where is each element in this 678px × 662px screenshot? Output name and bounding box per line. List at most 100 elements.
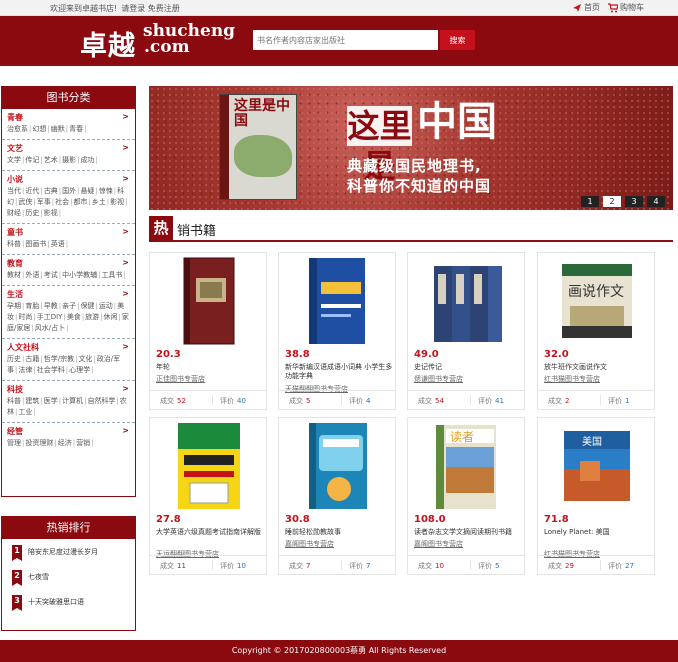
chevron-right-icon[interactable]: >: [122, 174, 129, 183]
logo-chinese[interactable]: 卓越: [80, 24, 136, 63]
category-subitem[interactable]: 科普: [7, 397, 25, 405]
book-card[interactable]: 20.3 年轮 正佳图书专营店 成交 52 评价 40: [149, 252, 267, 410]
category-subitem[interactable]: 古典: [44, 187, 62, 195]
login-link[interactable]: 请登录: [121, 4, 145, 13]
book-cover-image[interactable]: 画说作文: [560, 256, 634, 346]
category-subitem[interactable]: 历史: [25, 209, 43, 217]
book-cover-image[interactable]: 读者: [430, 421, 504, 511]
category-subitem[interactable]: 社会: [55, 198, 73, 206]
category-subitem[interactable]: 哲学/宗教: [44, 355, 79, 363]
banner-carousel[interactable]: 这里是中国 这里是 中国 典藏级国民地理书, 科普你不知道的中国 1234: [149, 86, 673, 210]
category-name[interactable]: 文艺: [7, 143, 130, 155]
category-subitem[interactable]: 时尚: [18, 313, 36, 321]
category-subitem[interactable]: 亲子: [62, 302, 80, 310]
banner-page-dot[interactable]: 1: [581, 196, 599, 207]
category-subitem[interactable]: 图画书: [25, 240, 50, 248]
chevron-right-icon[interactable]: >: [122, 384, 129, 393]
category-subitem[interactable]: 文学: [7, 156, 25, 164]
book-cover-image[interactable]: [172, 256, 246, 346]
category-subitem[interactable]: 风水/占卜: [35, 324, 70, 332]
category-name[interactable]: 教育: [7, 258, 130, 270]
review-stat[interactable]: 评价 40: [220, 396, 246, 406]
category-subitem[interactable]: 考试: [44, 271, 62, 279]
book-title[interactable]: 史记传记: [414, 363, 522, 372]
home-link[interactable]: 首页: [572, 2, 600, 13]
category-subitem[interactable]: 幻想: [32, 125, 50, 133]
category-subitem[interactable]: 心理学: [69, 366, 94, 374]
chevron-right-icon[interactable]: >: [122, 342, 129, 351]
banner-page-dot[interactable]: 2: [603, 196, 621, 207]
category-subitem[interactable]: 休闲: [104, 313, 122, 321]
category-subitem[interactable]: 社会学科: [37, 366, 69, 374]
category-subitem[interactable]: 经济: [58, 439, 76, 447]
category-name[interactable]: 经管: [7, 426, 130, 438]
ranking-item[interactable]: 2 七夜雪: [2, 564, 135, 589]
category-subitem[interactable]: 孕期: [7, 302, 25, 310]
category-name[interactable]: 人文社科: [7, 342, 130, 354]
chevron-right-icon[interactable]: >: [122, 258, 129, 267]
category-subitem[interactable]: 工业: [18, 408, 36, 416]
book-title[interactable]: 大学英语六级真题考试指南详解版: [156, 528, 264, 537]
category-subitem[interactable]: 保健: [80, 302, 98, 310]
category-name[interactable]: 小说: [7, 174, 130, 186]
category-subitem[interactable]: 育胎: [25, 302, 43, 310]
book-cover-image[interactable]: [172, 421, 246, 511]
book-cover-image[interactable]: 美国: [560, 421, 634, 511]
category-subitem[interactable]: 影视: [44, 209, 62, 217]
review-stat[interactable]: 评价 7: [349, 561, 370, 571]
category-subitem[interactable]: 历史: [7, 355, 25, 363]
category-subitem[interactable]: 自然科学: [87, 397, 119, 405]
banner-page-dot[interactable]: 3: [625, 196, 643, 207]
category-subitem[interactable]: 文化: [78, 355, 96, 363]
category-subitem[interactable]: 手工DIY: [37, 313, 67, 321]
shop-link[interactable]: 红书猫图书专营店: [544, 374, 600, 384]
chevron-right-icon[interactable]: >: [122, 112, 129, 121]
chevron-right-icon[interactable]: >: [122, 289, 129, 298]
category-subitem[interactable]: 成功: [80, 156, 98, 164]
category-subitem[interactable]: 军事: [37, 198, 55, 206]
review-stat[interactable]: 评价 41: [478, 396, 504, 406]
category-subitem[interactable]: 教材: [7, 271, 25, 279]
category-subitem[interactable]: 惊悚: [99, 187, 117, 195]
category-subitem[interactable]: 工具书: [101, 271, 126, 279]
banner-page-dot[interactable]: 4: [647, 196, 665, 207]
book-card[interactable]: 27.8 大学英语六级真题考试指南详解版 天运翻翻图书专营店 成交 11 评价 10: [149, 417, 267, 575]
category-subitem[interactable]: 艺术: [44, 156, 62, 164]
category-subitem[interactable]: 科普: [7, 240, 25, 248]
register-link[interactable]: 免费注册: [148, 4, 180, 13]
category-name[interactable]: 青春: [7, 112, 130, 124]
shop-link[interactable]: 正佳图书专营店: [156, 374, 205, 384]
category-subitem[interactable]: 传记: [25, 156, 43, 164]
shop-link[interactable]: 嘉阁图书专营店: [285, 539, 334, 549]
ranking-item[interactable]: 3 十天突破雅思口语: [2, 589, 135, 614]
book-card[interactable]: 画说作文 32.0 放牛班作文画说作文 红书猫图书专营店 成交 2 评价 1: [537, 252, 655, 410]
book-card[interactable]: 38.8 新华新编汉语成语小词典 小学生多功能字典 天猫翻翻图书专营店 成交 5 评价 4: [278, 252, 396, 410]
book-title[interactable]: 放牛班作文画说作文: [544, 363, 652, 372]
review-stat[interactable]: 评价 10: [220, 561, 246, 571]
book-card[interactable]: 49.0 史记传记 偲谦图书专营店 成交 54 评价 41: [407, 252, 525, 410]
search-input[interactable]: [253, 30, 438, 50]
search-button[interactable]: 搜索: [440, 30, 475, 50]
book-title[interactable]: 年轮: [156, 363, 264, 372]
book-title[interactable]: 读者杂志文学文摘阅读期刊书籍: [414, 528, 522, 537]
category-subitem[interactable]: 外语: [25, 271, 43, 279]
review-stat[interactable]: 评价 4: [349, 396, 370, 406]
category-subitem[interactable]: 投资理财: [25, 439, 57, 447]
review-stat[interactable]: 评价 1: [608, 396, 629, 406]
book-cover-image[interactable]: [301, 256, 375, 346]
book-cover-image[interactable]: [301, 421, 375, 511]
category-subitem[interactable]: 当代: [7, 187, 25, 195]
review-stat[interactable]: 评价 27: [608, 561, 634, 571]
logo-english[interactable]: shucheng .com: [143, 23, 235, 56]
category-subitem[interactable]: 财经: [7, 209, 25, 217]
category-subitem[interactable]: 近代: [25, 187, 43, 195]
shop-link[interactable]: 偲谦图书专营店: [414, 374, 463, 384]
review-stat[interactable]: 评价 5: [478, 561, 499, 571]
category-subitem[interactable]: 美食: [67, 313, 85, 321]
category-subitem[interactable]: 治愈系: [7, 125, 32, 133]
category-subitem[interactable]: 建筑: [25, 397, 43, 405]
category-subitem[interactable]: 影视: [110, 198, 128, 206]
category-subitem[interactable]: 运动: [99, 302, 117, 310]
book-card[interactable]: 读者 108.0 读者杂志文学文摘阅读期刊书籍 嘉阁图书专营店 成交 10 评价 5: [407, 417, 525, 575]
book-card[interactable]: 美国 71.8 Lonely Planet: 美国 红书猫图书专营店 成交 29 评价 27: [537, 417, 655, 575]
